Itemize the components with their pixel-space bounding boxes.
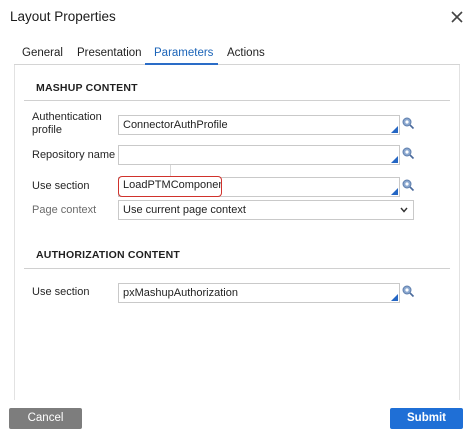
chevron-down-icon bbox=[400, 207, 408, 213]
close-icon[interactable] bbox=[448, 8, 466, 26]
gear-icon[interactable] bbox=[401, 116, 415, 130]
page-context-select[interactable]: Use current page context bbox=[118, 200, 414, 220]
repository-name-field[interactable] bbox=[118, 145, 400, 165]
gear-icon[interactable] bbox=[401, 178, 415, 192]
tab-bar: General Presentation Parameters Actions bbox=[0, 40, 474, 64]
auth-use-section-field[interactable]: pxMashupAuthorization bbox=[118, 283, 400, 303]
layout-properties-dialog: Layout Properties General Presentation P… bbox=[0, 0, 474, 438]
autocomplete-corner-icon bbox=[391, 188, 398, 195]
dialog-title: Layout Properties bbox=[10, 9, 116, 24]
autocomplete-corner-icon bbox=[391, 156, 398, 163]
autocomplete-corner-icon bbox=[391, 126, 398, 133]
auth-use-section-label: Use section bbox=[32, 286, 90, 298]
auth-profile-label: Authentication profile bbox=[32, 111, 102, 136]
auth-profile-field[interactable]: ConnectorAuthProfile bbox=[118, 115, 400, 135]
authorization-content-header: AUTHORIZATION CONTENT bbox=[36, 249, 180, 261]
tab-actions[interactable]: Actions bbox=[227, 47, 265, 59]
use-section-label: Use section bbox=[32, 180, 90, 192]
tab-parameters[interactable]: Parameters bbox=[154, 47, 213, 59]
gear-icon[interactable] bbox=[401, 146, 415, 160]
gear-icon[interactable] bbox=[401, 284, 415, 298]
authorization-section-divider bbox=[24, 268, 450, 269]
mashup-content-header: MASHUP CONTENT bbox=[36, 82, 138, 94]
mashup-section-divider bbox=[24, 100, 450, 101]
tab-presentation[interactable]: Presentation bbox=[77, 47, 142, 59]
autocomplete-corner-icon bbox=[391, 294, 398, 301]
page-context-label: Page context bbox=[32, 204, 97, 216]
submit-button[interactable]: Submit bbox=[390, 408, 463, 429]
cancel-button[interactable]: Cancel bbox=[9, 408, 82, 429]
repository-name-label: Repository name bbox=[32, 149, 116, 161]
use-section-value-highlight[interactable]: LoadPTMComponent bbox=[118, 176, 222, 197]
tab-general[interactable]: General bbox=[22, 47, 63, 59]
